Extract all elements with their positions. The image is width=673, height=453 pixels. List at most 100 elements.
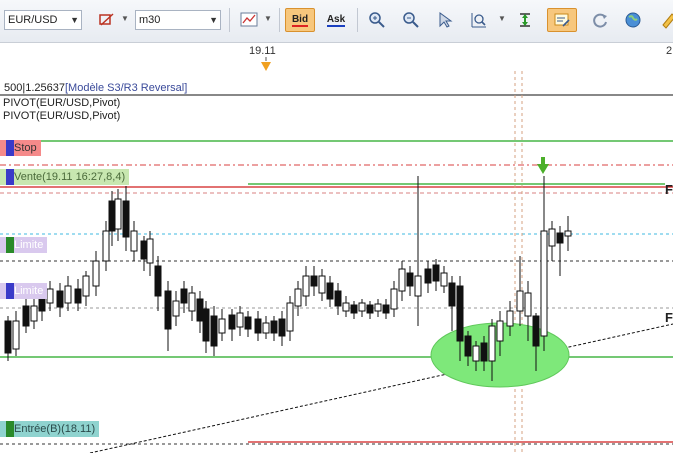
entry-order-tag[interactable]: Entrée(B)(18.11) xyxy=(0,421,100,437)
indicator-label-1: 500|1.25637[Modèle S3/R3 Reversal] xyxy=(4,82,187,94)
note-icon[interactable] xyxy=(547,8,577,32)
chevron-down-icon: ▼ xyxy=(70,15,79,25)
bid-button[interactable]: Bid xyxy=(285,8,315,32)
down-arrow-stem xyxy=(541,157,545,165)
tag-stripe xyxy=(6,140,14,156)
price-chart[interactable] xyxy=(0,71,673,453)
tag-stripe xyxy=(6,169,14,185)
time-ticks xyxy=(261,57,271,71)
separator xyxy=(279,8,280,32)
tag-stripe xyxy=(6,237,14,253)
candlesticks xyxy=(4,176,572,381)
candle-body xyxy=(114,198,122,230)
candle-body xyxy=(270,320,278,334)
globe-icon[interactable] xyxy=(620,8,646,32)
candle-body xyxy=(414,275,422,297)
candle-body xyxy=(374,303,382,312)
tag-stripe xyxy=(6,421,14,437)
chevron-down-icon[interactable]: ▼ xyxy=(264,14,272,23)
candle-body xyxy=(350,304,358,314)
candle-body xyxy=(140,240,148,260)
candle-body xyxy=(448,282,456,307)
ask-button[interactable]: Ask xyxy=(321,8,351,32)
timeframe-select[interactable]: m30 ▼ xyxy=(135,10,221,30)
candle-body xyxy=(108,200,116,232)
limit-order-tag[interactable]: Limite xyxy=(0,237,48,253)
entry-order-label: Entrée(B)(18.11) xyxy=(14,423,96,435)
indicator-label-3: PIVOT(EUR/USD,Pivot) xyxy=(3,110,121,122)
candle-body xyxy=(244,316,252,330)
chart-type-icon[interactable] xyxy=(236,8,262,32)
candle-body xyxy=(516,290,524,312)
stop-order-label: Stop xyxy=(14,142,37,154)
chevron-down-icon: ▼ xyxy=(209,15,218,25)
chevron-down-icon[interactable]: ▼ xyxy=(498,14,506,23)
candle-body xyxy=(64,285,72,304)
candle-body xyxy=(456,285,464,342)
candle-body xyxy=(564,230,572,237)
time-marker-icon[interactable] xyxy=(261,62,271,71)
candle-body xyxy=(440,272,448,287)
candle-body xyxy=(548,228,556,247)
candle-body xyxy=(358,302,366,312)
candle-body xyxy=(488,325,496,362)
candle-body xyxy=(56,290,64,308)
zoom-out-icon[interactable] xyxy=(398,8,424,32)
limit-order-label: Limite xyxy=(14,239,44,251)
candle-body xyxy=(294,288,302,307)
candle-body xyxy=(228,314,236,330)
candle-body xyxy=(524,292,532,317)
candle-body xyxy=(180,288,188,304)
candle-body xyxy=(278,318,286,337)
candle-body xyxy=(46,288,54,304)
indicator-name: [Modèle S3/R3 Reversal] xyxy=(64,82,188,94)
refresh-icon[interactable] xyxy=(587,8,613,32)
crosshair-zoom-icon[interactable] xyxy=(466,8,492,32)
trend-line[interactable] xyxy=(89,323,673,453)
stop-order-tag[interactable]: Stop xyxy=(0,140,41,156)
candle-body xyxy=(4,320,12,354)
candle-body xyxy=(122,200,130,238)
candle-body xyxy=(424,268,432,284)
candle-body xyxy=(254,318,262,334)
candle-body xyxy=(188,292,196,312)
candle-body xyxy=(130,230,138,252)
candle-body xyxy=(22,305,30,327)
sell-order-tag[interactable]: Vente(19.11 16:27,8,4) xyxy=(0,169,130,185)
candle-body xyxy=(326,282,334,300)
right-axis-label: F xyxy=(665,310,673,325)
sell-order-label: Vente(19.11 16:27,8,4) xyxy=(14,171,126,183)
candle-body xyxy=(532,315,540,347)
candle-body xyxy=(382,304,390,314)
candle-body xyxy=(210,315,218,347)
chevron-down-icon[interactable]: ▼ xyxy=(121,14,129,23)
limit-order-label: Limite xyxy=(14,285,44,297)
candle-body xyxy=(310,275,318,287)
toolbar: EUR/USD ▼ ▼ m30 ▼ ▼ Bid Ask ▼ xyxy=(0,0,673,43)
timeframe-value: m30 xyxy=(139,14,161,26)
candle-body xyxy=(30,305,38,322)
limit-order-tag[interactable]: Limite xyxy=(0,283,48,299)
zoom-in-icon[interactable] xyxy=(364,8,390,32)
candle-body xyxy=(262,322,270,334)
down-arrow-icon[interactable] xyxy=(537,164,549,174)
candle-body xyxy=(302,275,310,297)
candle-body xyxy=(334,290,342,307)
candle-body xyxy=(556,232,564,244)
candle-body xyxy=(164,290,172,330)
cursor-icon[interactable] xyxy=(432,8,458,32)
range-icon[interactable] xyxy=(512,8,538,32)
candle-body xyxy=(218,318,226,334)
pencil-icon[interactable] xyxy=(655,8,673,32)
indicator-icon[interactable] xyxy=(94,8,120,32)
bid-label: Bid xyxy=(291,13,309,27)
symbol-select[interactable]: EUR/USD ▼ xyxy=(4,10,82,30)
separator xyxy=(357,8,358,32)
candle-body xyxy=(318,275,326,294)
indicator-label-2: PIVOT(EUR/USD,Pivot) xyxy=(3,97,121,109)
right-axis-label: F xyxy=(665,182,673,197)
candle-body xyxy=(398,268,406,292)
candle-body xyxy=(74,288,82,304)
candle-body xyxy=(480,342,488,362)
candle-body xyxy=(406,272,414,287)
